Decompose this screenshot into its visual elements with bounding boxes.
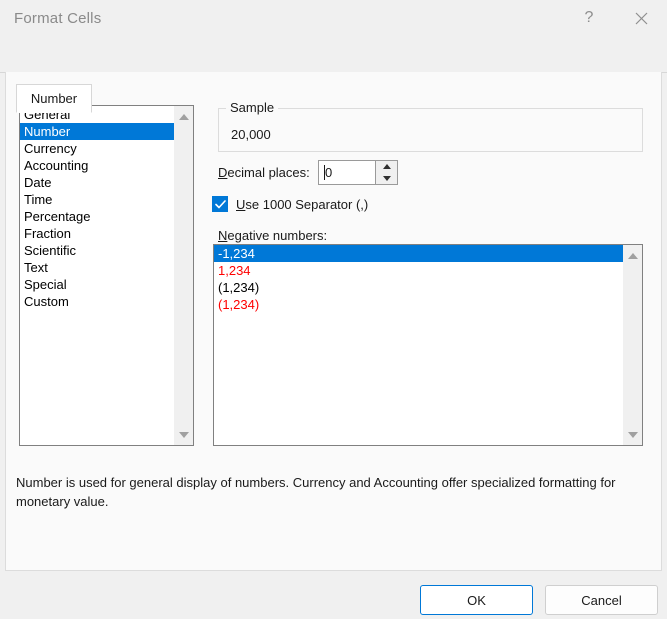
sample-value: 20,000	[231, 127, 271, 142]
negative-scroll-up-button[interactable]	[624, 247, 642, 264]
triangle-up-icon	[628, 252, 638, 259]
category-scroll-down-button[interactable]	[175, 426, 193, 443]
cancel-button[interactable]: Cancel	[545, 585, 658, 615]
category-item[interactable]: Accounting	[20, 157, 175, 174]
close-button[interactable]	[618, 0, 664, 36]
category-item[interactable]: Percentage	[20, 208, 175, 225]
question-mark-icon: ?	[584, 9, 594, 26]
decimal-places-spinner[interactable]: 0	[318, 160, 398, 185]
spinner-buttons	[375, 161, 397, 184]
sample-groupbox	[218, 108, 643, 152]
triangle-up-icon	[179, 113, 189, 120]
category-item[interactable]: Scientific	[20, 242, 175, 259]
category-item[interactable]: Date	[20, 174, 175, 191]
dialog-title: Format Cells	[14, 10, 102, 27]
negative-numbers-label-rest: egative numbers:	[227, 228, 328, 243]
negative-number-item[interactable]: (1,234)	[214, 296, 623, 313]
negative-scroll-down-button[interactable]	[624, 426, 642, 443]
category-item[interactable]: Number	[20, 123, 175, 140]
checkbox-box[interactable]	[212, 196, 228, 212]
category-item[interactable]: Special	[20, 276, 175, 293]
negative-numbers-label-accel: N	[218, 228, 228, 243]
decimal-decrement-button[interactable]	[376, 173, 397, 185]
category-item[interactable]: Fraction	[20, 225, 175, 242]
help-button[interactable]: ?	[566, 0, 612, 36]
category-listbox[interactable]: General Number Currency Accounting Date Time P…	[19, 105, 194, 446]
title-bar: Format Cells ?	[0, 0, 667, 40]
decimal-places-label: Decimal places:	[218, 165, 310, 180]
triangle-down-icon	[382, 175, 391, 181]
negative-numbers-label: Negative numbers:	[218, 228, 327, 243]
cancel-button-label: Cancel	[581, 592, 622, 608]
ok-button-label: OK	[467, 592, 486, 608]
use-1000-separator-checkbox[interactable]: Use 1000 Separator (,)	[212, 196, 368, 212]
negative-number-item[interactable]: -1,234	[214, 245, 623, 262]
sample-legend: Sample	[226, 100, 279, 115]
category-item[interactable]: Custom	[20, 293, 175, 310]
negative-number-item[interactable]: 1,234	[214, 262, 623, 279]
decimal-increment-button[interactable]	[376, 161, 397, 173]
ok-button[interactable]: OK	[420, 585, 533, 615]
negative-numbers-item-list: -1,234 1,234 (1,234) (1,234)	[214, 245, 623, 313]
triangle-down-icon	[179, 431, 189, 438]
checkmark-icon	[214, 199, 226, 208]
category-item[interactable]: Text	[20, 259, 175, 276]
tab-label: Number	[30, 91, 78, 106]
tab-strip: NumberAlignmentFontBorderFillProtection	[0, 40, 667, 113]
decimal-places-label-rest: ecimal places:	[227, 165, 310, 180]
checkbox-label: Use 1000 Separator (,)	[236, 197, 368, 212]
decimal-places-input[interactable]: 0	[325, 165, 332, 180]
category-scroll-up-button[interactable]	[175, 108, 193, 125]
category-description: Number is used for general display of nu…	[16, 475, 616, 509]
category-scrollbar[interactable]	[174, 106, 193, 445]
tab-number[interactable]: Number	[16, 84, 92, 113]
negative-numbers-scrollbar[interactable]	[623, 245, 642, 445]
category-item[interactable]: Time	[20, 191, 175, 208]
checkbox-label-accel: U	[236, 196, 246, 212]
close-icon	[635, 12, 647, 24]
checkbox-label-rest: se 1000 Separator (,)	[245, 196, 369, 212]
category-item-list: General Number Currency Accounting Date Time P…	[20, 106, 175, 310]
decimal-places-label-accel: D	[218, 165, 228, 180]
triangle-down-icon	[628, 431, 638, 438]
negative-numbers-listbox[interactable]: -1,234 1,234 (1,234) (1,234)	[213, 244, 643, 446]
category-item[interactable]: Currency	[20, 140, 175, 157]
triangle-up-icon	[382, 164, 391, 170]
negative-number-item[interactable]: (1,234)	[214, 279, 623, 296]
